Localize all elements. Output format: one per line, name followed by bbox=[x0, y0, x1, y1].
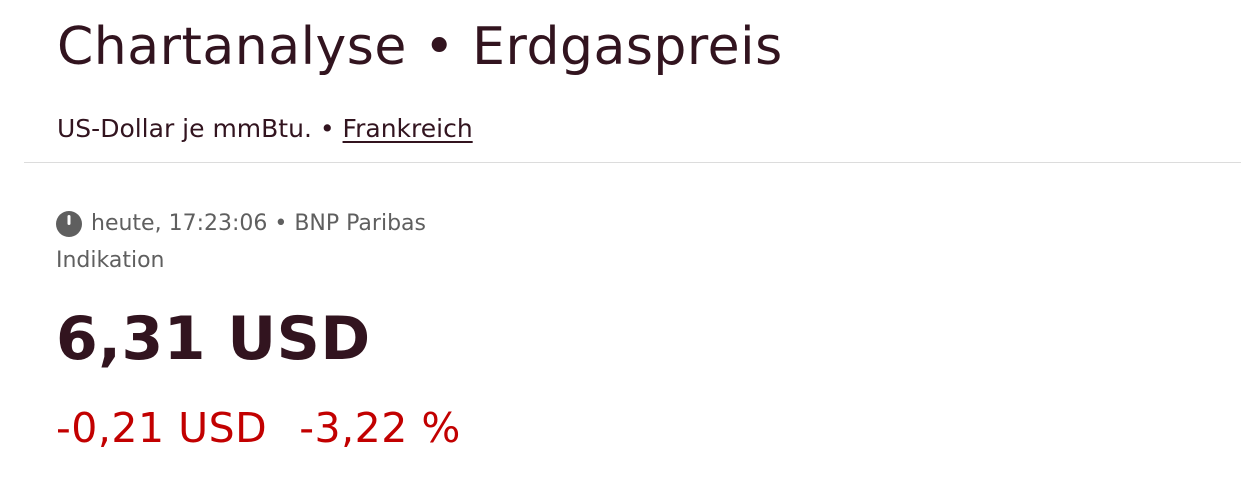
page-title: Chartanalyse • Erdgaspreis bbox=[57, 17, 783, 77]
quote-status: Indikation bbox=[56, 248, 165, 273]
quote-time-row: heute, 17:23:06 • BNP Paribas bbox=[56, 209, 426, 239]
subtitle: US-Dollar je mmBtu. • Frankreich bbox=[57, 113, 473, 145]
quote-timestamp: heute, 17:23:06 • BNP Paribas bbox=[91, 211, 426, 236]
price-changes: -0,21 USD -3,22 % bbox=[56, 402, 461, 454]
country-link[interactable]: Frankreich bbox=[343, 114, 473, 143]
subtitle-separator: • bbox=[311, 114, 343, 143]
current-price: 6,31 USD bbox=[56, 304, 371, 374]
clock-icon bbox=[56, 211, 82, 237]
change-percent: -3,22 % bbox=[299, 404, 461, 452]
change-absolute: -0,21 USD bbox=[56, 404, 268, 452]
unit-label: US-Dollar je mmBtu. bbox=[57, 114, 312, 143]
divider bbox=[24, 162, 1241, 163]
